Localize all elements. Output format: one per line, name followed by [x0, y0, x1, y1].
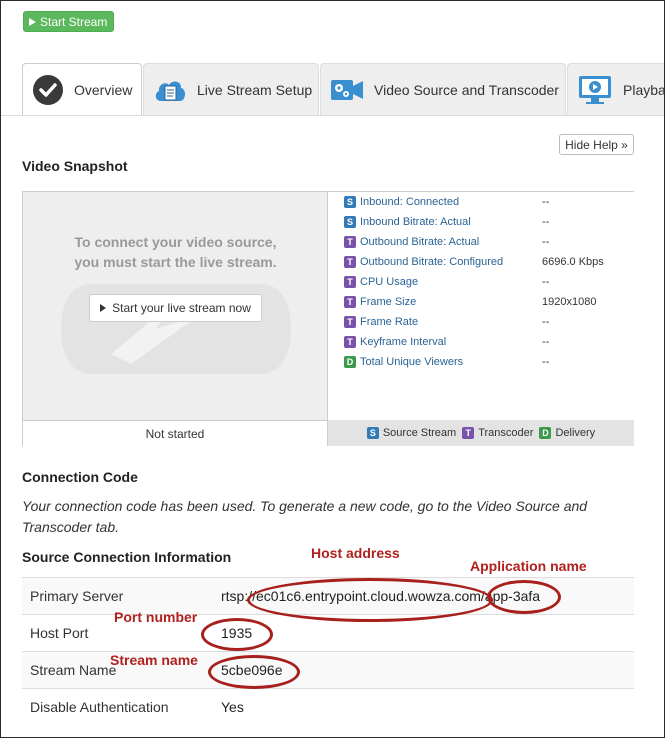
connection-code-text: Your connection code has been used. To g…: [22, 498, 588, 535]
transcoder-badge: T: [344, 236, 356, 248]
stat-value: 6696.0 Kbps: [542, 256, 604, 268]
stat-label: Inbound: Connected: [360, 196, 460, 208]
stat-value: --: [542, 316, 550, 328]
stream-name-annotation: Stream name: [110, 652, 198, 668]
video-snapshot-panel: To connect your video source, you must s…: [22, 191, 634, 446]
stats-legend: S Source Stream T Transcoder D Delivery: [328, 420, 634, 446]
stat-row: T Frame Rate --: [344, 312, 634, 332]
transcoder-badge: T: [344, 256, 356, 268]
stat-value: 1920x1080: [542, 296, 597, 308]
row-key: Primary Server: [30, 588, 124, 604]
tab-playback[interactable]: Playba: [567, 63, 665, 115]
snapshot-message-line2: you must start the live stream.: [74, 254, 277, 270]
stat-label: Total Unique Viewers: [360, 356, 464, 368]
legend-item: D Delivery: [539, 427, 595, 439]
tab-live-stream-setup[interactable]: Live Stream Setup: [143, 63, 319, 115]
tab-live-stream-setup-label: Live Stream Setup: [197, 81, 313, 98]
source-badge: S: [344, 216, 356, 228]
stat-label: Keyframe Interval: [360, 336, 447, 348]
tab-video-source-transcoder-label: Video Source and Transcoder: [374, 81, 559, 98]
start-live-stream-label: Start your live stream now: [112, 301, 251, 315]
row-key: Host Port: [30, 625, 89, 641]
table-row: Disable Authentication Yes: [22, 688, 634, 725]
stat-row: T Outbound Bitrate: Configured 6696.0 Kb…: [344, 252, 634, 272]
start-stream-button[interactable]: Start Stream: [23, 11, 114, 32]
start-live-stream-button[interactable]: Start your live stream now: [89, 294, 262, 322]
host-address-highlight: [247, 578, 493, 622]
stat-row: T CPU Usage --: [344, 272, 634, 292]
cloud-document-icon: [155, 80, 186, 101]
stat-row: S Inbound Bitrate: Actual --: [344, 212, 634, 232]
stat-label: Frame Size: [360, 296, 417, 308]
stat-label: Frame Rate: [360, 316, 419, 328]
stat-value: --: [542, 236, 550, 248]
tab-overview[interactable]: Overview: [22, 63, 142, 116]
start-stream-label: Start Stream: [40, 14, 108, 29]
transcoder-badge: T: [344, 296, 356, 308]
play-icon: [100, 304, 107, 312]
legend-label: Delivery: [555, 427, 596, 439]
disable-authentication-value: Yes: [221, 699, 244, 715]
tab-bar: Overview Live Stream Setup Video Source …: [22, 63, 665, 116]
stat-row: S Inbound: Connected --: [344, 192, 634, 212]
application-name-annotation: Application name: [470, 558, 587, 574]
stat-label: Inbound Bitrate: Actual: [360, 216, 471, 228]
stat-label: Outbound Bitrate: Configured: [360, 256, 504, 268]
delivery-badge: D: [344, 356, 356, 368]
stat-row: T Keyframe Interval --: [344, 332, 634, 352]
stat-value: --: [542, 216, 550, 228]
port-number-highlight: [201, 618, 273, 651]
stat-row: T Outbound Bitrate: Actual --: [344, 232, 634, 252]
legend-label: Transcoder: [478, 427, 534, 439]
transcoder-badge: T: [344, 336, 356, 348]
tab-overview-label: Overview: [74, 82, 133, 98]
stream-stats: S Inbound: Connected -- S Inbound Bitrat…: [328, 192, 634, 420]
stat-label: CPU Usage: [360, 276, 419, 288]
legend-item: T Transcoder: [462, 427, 533, 439]
stat-label: Outbound Bitrate: Actual: [360, 236, 480, 248]
stream-name-highlight: [208, 655, 300, 689]
stat-row: D Total Unique Viewers --: [344, 352, 634, 372]
stat-value: --: [542, 356, 550, 368]
hide-help-button[interactable]: Hide Help »: [559, 134, 634, 155]
video-snapshot-title: Video Snapshot: [22, 158, 128, 174]
stat-value: --: [542, 196, 550, 208]
connection-code-title: Connection Code: [22, 469, 138, 485]
legend-label: Source Stream: [382, 427, 457, 439]
stat-row: T Frame Size 1920x1080: [344, 292, 634, 312]
snapshot-message-line1: To connect your video source,: [74, 234, 277, 250]
stat-value: --: [542, 336, 550, 348]
source-badge: S: [366, 427, 379, 439]
application-name-highlight: [487, 580, 561, 614]
snapshot-message: To connect your video source, you must s…: [23, 232, 327, 272]
transcoder-badge: T: [344, 276, 356, 288]
legend-item: S Source Stream: [366, 427, 457, 439]
monitor-play-icon: [579, 75, 611, 104]
play-icon: [29, 17, 36, 26]
source-connection-title: Source Connection Information: [22, 549, 232, 565]
stream-status: Not started: [23, 420, 328, 446]
delivery-badge: D: [539, 427, 552, 439]
transcoder-badge: T: [462, 427, 475, 439]
stat-value: --: [542, 276, 550, 288]
tab-video-source-transcoder[interactable]: Video Source and Transcoder: [320, 63, 566, 115]
row-key: Disable Authentication: [30, 699, 169, 715]
check-circle-icon: [33, 75, 63, 105]
camera-gears-icon: [331, 79, 363, 100]
source-badge: S: [344, 196, 356, 208]
tab-playback-label: Playba: [623, 81, 665, 98]
port-number-annotation: Port number: [114, 609, 198, 625]
tab-divider: [0, 115, 665, 116]
host-address-annotation: Host address: [311, 545, 400, 561]
row-key: Stream Name: [30, 662, 117, 678]
transcoder-badge: T: [344, 316, 356, 328]
snapshot-preview: To connect your video source, you must s…: [23, 192, 328, 420]
